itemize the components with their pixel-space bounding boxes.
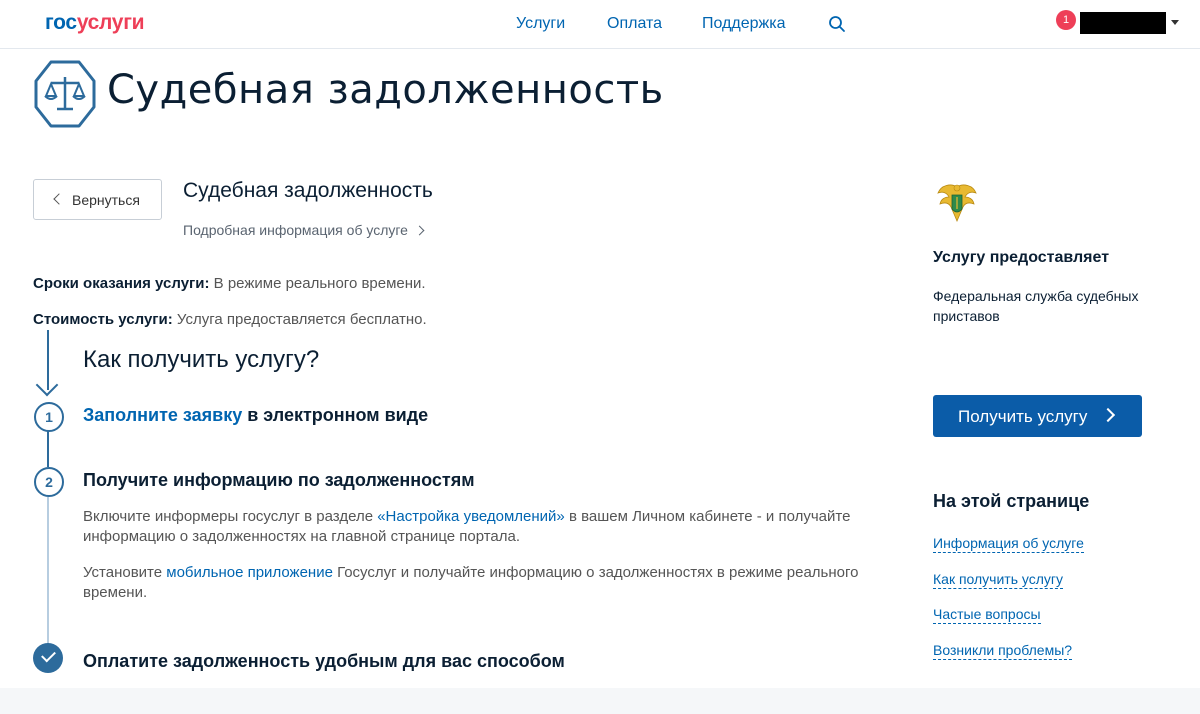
page-bottom-fade [0,688,1200,714]
logo-part-gos: гос [45,11,77,34]
gosuslugi-logo[interactable]: госуслуги [45,11,145,35]
step-1-title: Заполните заявку в электронном виде [83,405,428,426]
on-this-page-heading: На этой странице [933,491,1090,511]
para2-text-a: Установите [83,564,167,581]
step-1-title-text: в электронном виде [242,405,429,425]
chevron-right-icon [1100,407,1116,423]
term-label: Сроки оказания услуги: [33,275,210,292]
mobile-app-link[interactable]: мобильное приложение [166,564,333,581]
service-term: Сроки оказания услуги: В режиме реальног… [33,275,426,292]
service-provider-heading: Услугу предоставляет [933,249,1110,266]
step-2-title: Получите информацию по задолженностям [83,470,475,490]
nav-payment[interactable]: Оплата [607,15,662,33]
search-icon[interactable] [828,15,846,33]
step-3-check-icon [33,643,63,673]
get-service-label: Получить услугу [958,407,1088,426]
cost-value: Услуга предоставляется бесплатно. [172,311,427,328]
step-2-paragraph-2: Установите мобильное приложение Госуслуг… [83,563,873,603]
user-name-redacted[interactable] [1080,12,1166,34]
arrow-down-icon [35,373,59,397]
service-title: Судебная задолженность [183,179,433,202]
step-2-paragraph-1: Включите информеры госуслуг в разделе «Н… [83,507,873,547]
top-header: госуслуги Услуги Оплата Поддержка 1 [0,0,1200,49]
notification-settings-link[interactable]: «Настройка уведомлений» [377,508,565,525]
nav-services[interactable]: Услуги [516,15,565,33]
back-button[interactable]: Вернуться [33,179,162,220]
para1-text-a: Включите информеры госуслуг в разделе [83,508,378,525]
cost-label: Стоимость услуги: [33,311,173,328]
service-provider-name: Федеральная служба судебных приставов [933,288,1139,324]
toc-problems[interactable]: Возникли проблемы? [933,642,1073,660]
page-title: Судебная задолженность [107,67,664,113]
chevron-right-icon [414,225,425,236]
how-to-get-title: Как получить услугу? [83,346,320,373]
logo-part-uslugi: услуги [76,11,145,34]
service-details-label: Подробная информация об услуге [183,222,408,238]
timeline-line [47,431,49,467]
notification-badge[interactable]: 1 [1056,10,1076,30]
nav-support[interactable]: Поддержка [702,15,785,33]
timeline-line-light [47,497,49,647]
toc-service-info[interactable]: Информация об услуге [933,535,1084,553]
step-number-1: 1 [34,402,64,432]
chevron-down-icon[interactable] [1171,20,1179,25]
fssp-emblem-icon [937,184,977,223]
toc-faq[interactable]: Частые вопросы [933,606,1041,624]
get-service-button[interactable]: Получить услугу [933,395,1142,437]
chevron-left-icon [53,193,65,205]
fill-application-link[interactable]: Заполните заявку [83,405,242,425]
back-button-label: Вернуться [72,192,140,208]
service-details-link[interactable]: Подробная информация об услуге [183,222,425,238]
scales-icon [34,60,96,128]
step-number-2: 2 [34,467,64,497]
step-3-title: Оплатите задолженность удобным для вас с… [83,651,565,671]
toc-how-to-get[interactable]: Как получить услугу [933,571,1064,589]
term-value: В режиме реального времени. [209,275,426,292]
service-cost: Стоимость услуги: Услуга предоставляется… [33,311,427,328]
